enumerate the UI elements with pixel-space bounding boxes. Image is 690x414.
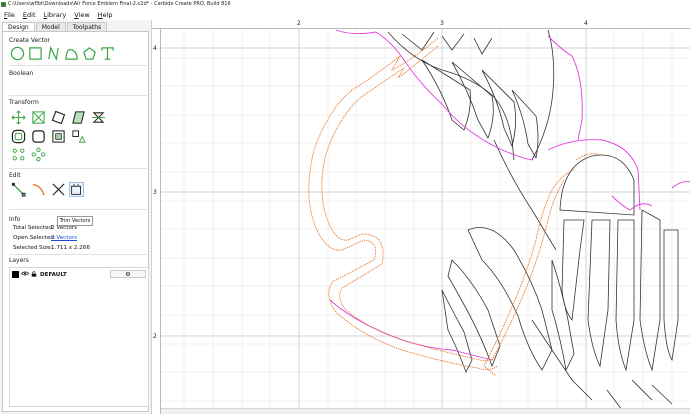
scale-icon bbox=[32, 111, 45, 124]
rectangle-tool-button[interactable] bbox=[28, 46, 43, 61]
offset-icon bbox=[11, 129, 26, 144]
horizontal-scrollbar[interactable] bbox=[161, 408, 690, 414]
menu-bar: File Edit Library View Help bbox=[0, 9, 690, 20]
circular-dots-icon bbox=[31, 147, 46, 162]
section-boolean: Boolean bbox=[9, 70, 34, 77]
offset-tool-button[interactable] bbox=[11, 129, 26, 144]
layer-settings-button[interactable]: ⚙ bbox=[110, 270, 146, 278]
info-open-selected: Open Selected: 2 Vectors bbox=[13, 235, 77, 241]
section-transform: Transform bbox=[9, 99, 39, 106]
mirror-tool-button[interactable] bbox=[91, 110, 106, 125]
text-icon bbox=[101, 47, 114, 60]
rotate-tool-button[interactable] bbox=[51, 110, 66, 125]
gear-icon: ⚙ bbox=[125, 270, 131, 278]
info-open-selected-label: Open Selected: bbox=[13, 235, 56, 241]
mirror-icon bbox=[91, 112, 106, 123]
info-open-selected-link[interactable]: 2 Vectors bbox=[51, 235, 77, 241]
toolpath-preview[interactable] bbox=[308, 37, 605, 377]
title-bar: C:\Users\wflbt\Downloads\Air Force Emble… bbox=[0, 0, 690, 9]
selected-vectors[interactable] bbox=[329, 29, 690, 361]
vector-artwork[interactable] bbox=[387, 29, 679, 411]
node-edit-icon bbox=[11, 182, 26, 197]
info-selected-size: Selected Size: 1.711 x 2.266 bbox=[13, 245, 90, 251]
divider bbox=[9, 209, 149, 210]
ruler-label-3: 3 bbox=[440, 20, 444, 27]
section-info: Info bbox=[9, 216, 21, 223]
layer-row[interactable]: DEFAULT ⚙ bbox=[12, 270, 148, 279]
app-icon bbox=[1, 2, 6, 7]
horizontal-ruler: 2 3 4 bbox=[152, 20, 690, 29]
layer-color-swatch[interactable] bbox=[12, 271, 19, 278]
menu-view[interactable]: View bbox=[74, 11, 89, 19]
fillet-tool-button[interactable] bbox=[31, 129, 46, 144]
array-icon bbox=[72, 130, 86, 143]
info-total-selected: Total Selected: 2 Vectors bbox=[13, 225, 77, 231]
window-title: C:\Users\wflbt\Downloads\Air Force Emble… bbox=[8, 1, 231, 7]
cut-icon bbox=[52, 183, 65, 196]
lock-icon[interactable] bbox=[31, 270, 37, 279]
cut-tool-button[interactable] bbox=[51, 182, 66, 197]
design-canvas[interactable]: 2 3 4 4 3 2 bbox=[152, 20, 690, 414]
polyline-icon bbox=[48, 46, 59, 61]
trim-vectors-icon bbox=[71, 183, 82, 195]
circle-icon bbox=[10, 46, 25, 61]
divider bbox=[9, 95, 149, 96]
array-tool-button[interactable] bbox=[71, 129, 86, 144]
ruler-label-2: 2 bbox=[297, 20, 301, 27]
menu-library[interactable]: Library bbox=[44, 11, 67, 19]
rectangle-icon bbox=[29, 47, 42, 60]
section-edit: Edit bbox=[9, 172, 21, 179]
ruler-label-y3: 3 bbox=[153, 189, 157, 196]
move-icon bbox=[11, 110, 26, 125]
menu-edit[interactable]: Edit bbox=[23, 11, 36, 19]
design-panel: Design Model Toolpaths Create Vector Boo… bbox=[0, 20, 152, 414]
divider bbox=[9, 168, 149, 169]
grid-dots-icon bbox=[12, 148, 25, 161]
scale-tool-button[interactable] bbox=[31, 110, 46, 125]
curve-tool-button[interactable] bbox=[64, 46, 79, 61]
grid-array-tool-button[interactable] bbox=[11, 147, 26, 162]
circular-array-tool-button[interactable] bbox=[31, 147, 46, 162]
menu-file[interactable]: File bbox=[4, 11, 15, 19]
node-edit-tool-button[interactable] bbox=[11, 182, 26, 197]
ruler-label-y2: 2 bbox=[153, 333, 157, 340]
fillet-icon bbox=[32, 130, 45, 143]
vertical-ruler: 4 3 2 bbox=[152, 29, 161, 414]
info-selected-size-label: Selected Size: bbox=[13, 245, 53, 251]
layer-name: DEFAULT bbox=[40, 271, 67, 278]
app-window: C:\Users\wflbt\Downloads\Air Force Emble… bbox=[0, 0, 690, 414]
join-vectors-tool-button[interactable] bbox=[31, 182, 46, 197]
section-create-vector: Create Vector bbox=[9, 37, 50, 44]
canvas-drawing[interactable] bbox=[152, 20, 690, 414]
section-layers: Layers bbox=[9, 257, 29, 264]
divider bbox=[9, 254, 149, 255]
rotate-icon bbox=[51, 110, 66, 125]
trim-vectors-tool-button[interactable] bbox=[69, 182, 84, 197]
pentagon-icon bbox=[83, 47, 96, 60]
ruler-label-y4: 4 bbox=[153, 45, 157, 52]
divider bbox=[9, 65, 149, 66]
skew-tool-button[interactable] bbox=[71, 110, 86, 125]
polyline-tool-button[interactable] bbox=[46, 46, 61, 61]
info-total-selected-label: Total Selected: bbox=[13, 225, 54, 231]
align-icon bbox=[52, 130, 65, 143]
ruler-label-4: 4 bbox=[584, 20, 588, 27]
layers-list: DEFAULT ⚙ bbox=[9, 267, 149, 407]
align-tool-button[interactable] bbox=[51, 129, 66, 144]
move-tool-button[interactable] bbox=[11, 110, 26, 125]
text-tool-button[interactable] bbox=[100, 46, 115, 61]
circle-tool-button[interactable] bbox=[10, 46, 25, 61]
info-selected-size-value: 1.711 x 2.266 bbox=[51, 245, 90, 251]
join-icon bbox=[32, 184, 45, 196]
curve-icon bbox=[65, 48, 78, 60]
menu-help[interactable]: Help bbox=[98, 11, 113, 19]
trim-vectors-tooltip: Trim Vectors bbox=[57, 216, 93, 226]
polygon-tool-button[interactable] bbox=[82, 46, 97, 61]
eye-icon[interactable] bbox=[20, 271, 30, 278]
skew-icon bbox=[72, 111, 85, 124]
